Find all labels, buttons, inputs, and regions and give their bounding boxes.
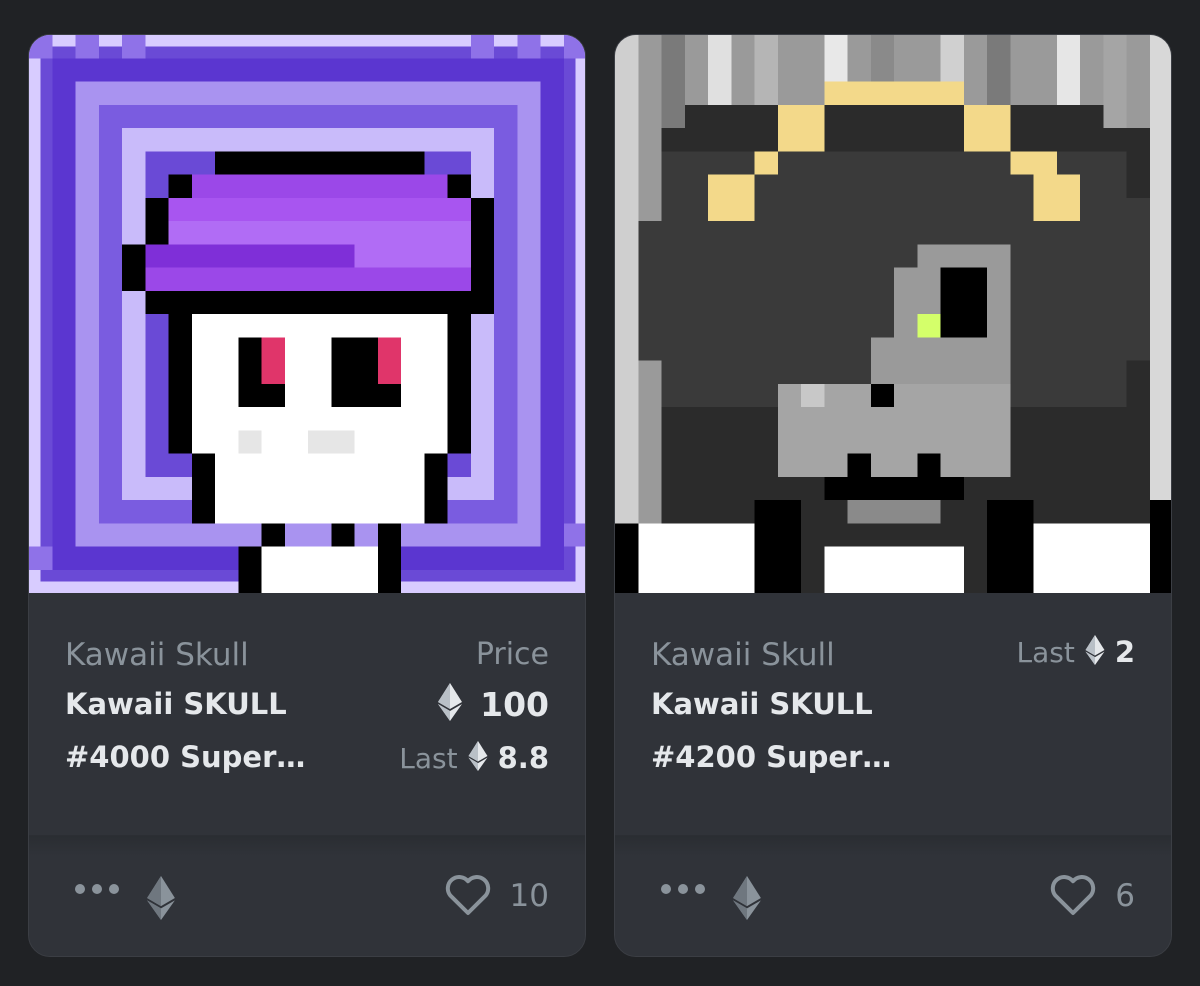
nft-card[interactable]: Kawaii Skull Kawaii SKULL #4000 Super… P… (28, 34, 586, 957)
price-label: Price (475, 637, 549, 672)
favorite-button[interactable]: 10 (444, 872, 549, 920)
ethereum-icon (468, 741, 488, 775)
ethereum-icon (1085, 635, 1105, 669)
last-sale: Last 8.8 (399, 741, 549, 775)
pixel-art-skull-purple (29, 35, 585, 593)
last-value: 2 (1114, 635, 1135, 669)
collection-name[interactable]: Kawaii Skull (651, 637, 835, 673)
nft-image[interactable] (615, 35, 1171, 593)
pixel-art-skull-grayscale (615, 35, 1171, 593)
ethereum-icon (438, 683, 463, 725)
ethereum-icon (733, 876, 761, 924)
more-icon[interactable] (661, 884, 705, 894)
nft-card[interactable]: Kawaii Skull Kawaii SKULL #4200 Super… L… (614, 34, 1172, 957)
price-value: 100 (480, 684, 549, 724)
last-value: 8.8 (497, 741, 549, 775)
nft-name-line1[interactable]: Kawaii SKULL (65, 687, 287, 721)
favorite-button[interactable]: 6 (1049, 872, 1135, 920)
card-footer: 10 (29, 835, 585, 956)
price: 100 (438, 683, 549, 725)
heart-icon[interactable] (1049, 872, 1097, 920)
collection-name[interactable]: Kawaii Skull (65, 637, 249, 673)
card-footer: 6 (615, 835, 1171, 956)
ethereum-icon (147, 876, 175, 924)
nft-name-line2[interactable]: #4200 Super… (651, 740, 891, 774)
heart-icon[interactable] (444, 872, 492, 920)
nft-name-line2[interactable]: #4000 Super… (65, 740, 305, 774)
last-sale: Last 2 (1016, 635, 1135, 669)
favorite-count: 6 (1115, 878, 1135, 914)
more-icon[interactable] (75, 884, 119, 894)
last-label: Last (399, 741, 458, 775)
nft-image[interactable] (29, 35, 585, 593)
nft-name-line1[interactable]: Kawaii SKULL (651, 687, 873, 721)
last-label: Last (1016, 635, 1075, 669)
favorite-count: 10 (509, 878, 549, 914)
